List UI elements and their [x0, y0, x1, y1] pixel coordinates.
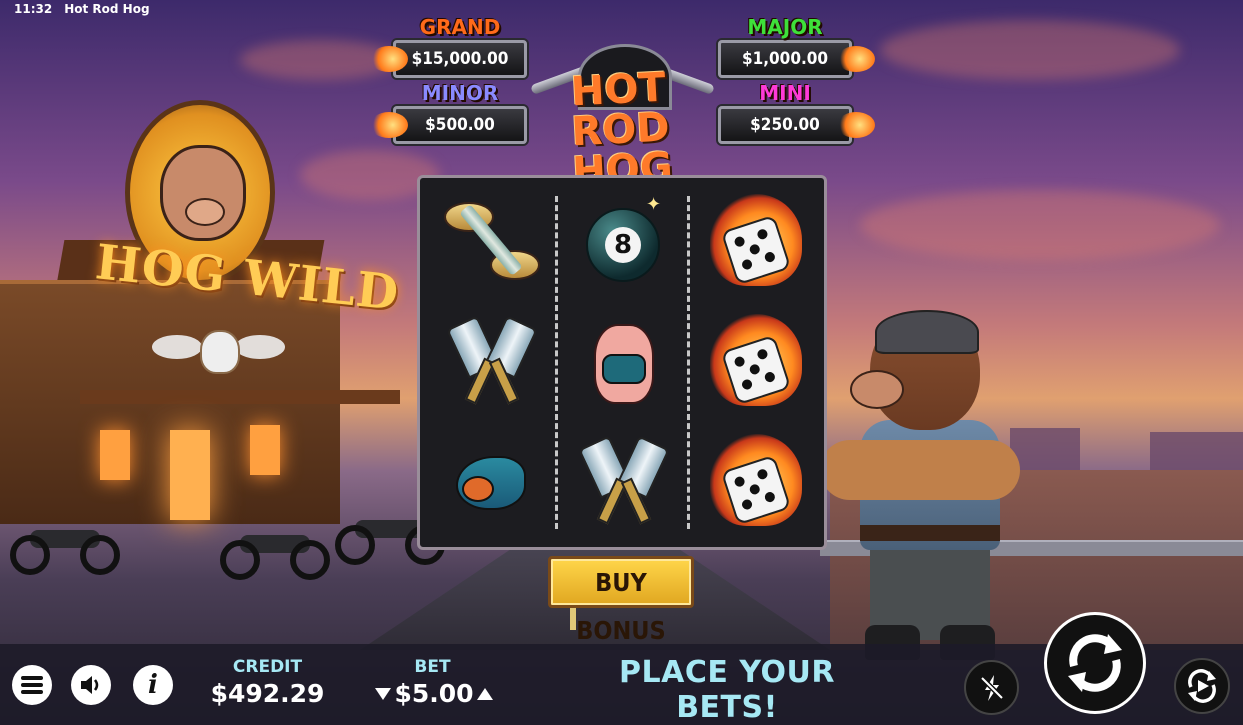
logo-line1: HOT ROD	[569, 64, 671, 156]
pinup-pig-icon	[576, 314, 668, 406]
credit-label: CREDIT	[232, 657, 303, 677]
jackpot-name: MAJOR	[747, 15, 823, 39]
reel-symbol-winged-spark-plug	[430, 182, 550, 298]
game-title: Hot Rod Hog	[64, 2, 150, 16]
reel-grid: 8 ✦	[417, 175, 827, 550]
jackpot-value: $1,000.00	[718, 40, 852, 78]
info-button[interactable]: i	[133, 665, 173, 705]
spin-button[interactable]	[1044, 612, 1146, 714]
reel-symbol-eight-ball: 8 ✦	[562, 182, 682, 298]
jackpot-name: MINOR	[421, 81, 499, 105]
reel-symbol-crossed-pistons	[430, 302, 550, 418]
bet-increase-icon[interactable]	[476, 687, 493, 700]
jackpot-value: $500.00	[393, 106, 527, 144]
jackpot-value: $15,000.00	[393, 40, 527, 78]
pistons-icon	[444, 314, 538, 406]
lightning-off-icon	[979, 674, 1004, 701]
status-bar: 11:32 Hot Rod Hog	[0, 0, 164, 24]
bet-value: $5.00	[394, 679, 474, 708]
buy-bonus-button[interactable]: BUY BONUS	[548, 556, 694, 645]
speaker-icon	[81, 676, 99, 694]
jackpot-grand: GRAND $15,000.00	[370, 16, 550, 78]
hamburger-menu-icon	[21, 676, 43, 694]
reel-symbol-flaming-dice	[696, 302, 816, 418]
flaming-dice-icon	[710, 314, 802, 406]
swallow-icon	[444, 434, 536, 526]
status-message: PLACE YOUR BETS!	[619, 655, 835, 725]
reel-symbol-flaming-dice	[696, 182, 816, 298]
game-logo: HOT ROD HOG	[537, 64, 702, 196]
jackpot-name: MINI	[759, 81, 811, 105]
pistons-icon	[576, 434, 670, 526]
spin-arrows-icon	[1068, 634, 1122, 692]
autoplay-button[interactable]	[1174, 658, 1230, 714]
flaming-dice-icon	[710, 194, 802, 286]
bet-control: $5.00	[372, 679, 496, 708]
sound-button[interactable]	[71, 665, 111, 705]
flaming-dice-icon	[710, 434, 802, 526]
bet-label: BET	[414, 657, 451, 677]
skull-emblem	[200, 330, 240, 374]
biker-hog-character	[820, 310, 1020, 670]
credit-value: $492.29	[210, 679, 325, 708]
jackpot-value: $250.00	[718, 106, 852, 144]
eight-ball-icon: 8 ✦	[576, 194, 668, 286]
menu-button[interactable]	[12, 665, 52, 705]
jackpot-major: MAJOR $1,000.00	[695, 16, 875, 78]
jackpot-name: GRAND	[419, 15, 501, 39]
bet-decrease-icon[interactable]	[375, 687, 392, 700]
jackpot-minor: MINOR $500.00	[370, 82, 550, 144]
reel-symbol-crossed-pistons	[562, 422, 682, 538]
reel-symbol-pinup-pig	[562, 302, 682, 418]
motorcycle	[10, 520, 120, 575]
reel-symbol-swallow	[430, 422, 550, 538]
turbo-button[interactable]	[964, 660, 1019, 715]
autoplay-icon	[1188, 669, 1216, 703]
clock: 11:32	[14, 2, 53, 16]
reel-symbol-flaming-dice	[696, 422, 816, 538]
jackpot-mini: MINI $250.00	[695, 82, 875, 144]
motorcycle	[220, 525, 330, 580]
info-icon: i	[148, 670, 158, 700]
